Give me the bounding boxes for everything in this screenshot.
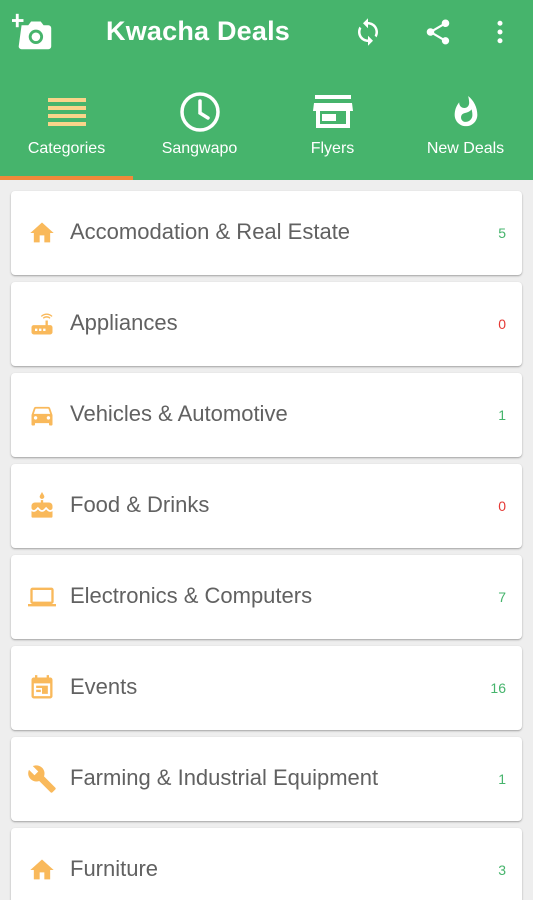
refresh-icon[interactable]	[346, 10, 390, 54]
clock-icon	[133, 90, 266, 134]
list-icon	[0, 90, 133, 134]
category-label: Accomodation & Real Estate	[70, 219, 351, 244]
tab-bar: Categories Sangwapo Flyers New Deals	[0, 84, 533, 180]
laptop-icon	[27, 582, 57, 612]
category-count: 7	[498, 589, 506, 605]
category-label: Electronics & Computers	[70, 583, 313, 608]
category-label: Food & Drinks	[70, 492, 210, 517]
tab-sangwapo[interactable]: Sangwapo	[133, 84, 266, 180]
car-icon	[27, 400, 57, 430]
category-item[interactable]: Vehicles & Automotive 1	[11, 373, 522, 457]
tab-label: Flyers	[310, 140, 355, 157]
category-item[interactable]: Accomodation & Real Estate 5	[11, 191, 522, 275]
category-label: Appliances	[70, 310, 178, 335]
tab-new-deals[interactable]: New Deals	[399, 84, 532, 180]
category-label: Events	[70, 674, 138, 699]
category-list[interactable]: Accomodation & Real Estate 5 Appliances …	[0, 180, 533, 900]
category-label: Farming & Industrial Equipment	[70, 765, 379, 790]
more-vertical-icon[interactable]	[478, 10, 522, 54]
category-item[interactable]: Furniture 3	[11, 828, 522, 900]
category-item[interactable]: Food & Drinks 0	[11, 464, 522, 548]
fire-icon	[399, 90, 532, 134]
wrench-icon	[27, 764, 57, 794]
category-item[interactable]: Appliances 0	[11, 282, 522, 366]
category-count: 0	[498, 316, 506, 332]
tab-categories[interactable]: Categories	[0, 84, 133, 180]
share-icon[interactable]	[416, 10, 460, 54]
tab-label: Sangwapo	[161, 140, 238, 157]
category-count: 1	[498, 771, 506, 787]
app-title: Kwacha Deals	[106, 16, 290, 46]
category-count: 1	[498, 407, 506, 423]
category-label: Vehicles & Automotive	[70, 401, 288, 426]
add-photo-icon[interactable]	[12, 10, 56, 54]
category-item[interactable]: Electronics & Computers 7	[11, 555, 522, 639]
category-count: 5	[498, 225, 506, 241]
cake-icon	[27, 491, 57, 521]
tab-flyers[interactable]: Flyers	[266, 84, 399, 180]
tab-label: Categories	[27, 140, 106, 157]
category-item[interactable]: Farming & Industrial Equipment 1	[11, 737, 522, 821]
store-icon	[266, 90, 399, 134]
category-item[interactable]: Events 16	[11, 646, 522, 730]
category-count: 0	[498, 498, 506, 514]
tab-label: New Deals	[426, 140, 505, 157]
category-count: 16	[490, 680, 506, 696]
app-bar: Kwacha Deals Categories Sangwapo Flyers …	[0, 0, 533, 180]
home-icon	[27, 855, 57, 885]
calendar-icon	[27, 673, 57, 703]
router-icon	[27, 309, 57, 339]
category-label: Furniture	[70, 856, 159, 881]
home-icon	[27, 218, 57, 248]
category-count: 3	[498, 862, 506, 878]
toolbar: Kwacha Deals	[0, 0, 533, 66]
